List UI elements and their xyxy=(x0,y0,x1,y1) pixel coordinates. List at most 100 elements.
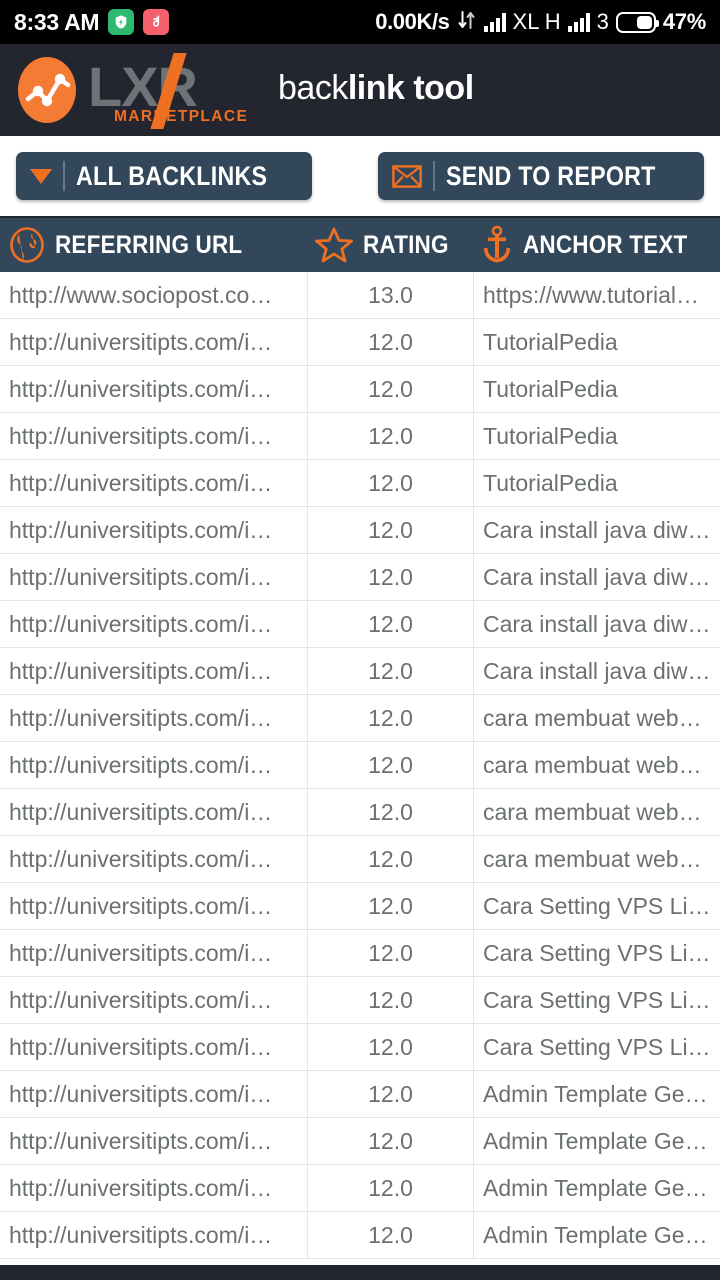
globe-icon xyxy=(8,226,46,264)
app-root: 8:33 AM 0.00K/s XL H 3 47% LXR MARKETPLA… xyxy=(0,0,720,1280)
cell-anchor-text[interactable]: Cara Setting VPS Li… xyxy=(474,977,720,1023)
cell-referring-url[interactable]: http://universitipts.com/i… xyxy=(0,460,308,506)
cell-anchor-text[interactable]: Cara install java diw… xyxy=(474,554,720,600)
cell-referring-url[interactable]: http://universitipts.com/i… xyxy=(0,554,308,600)
table-header-row: REFERRING URL RATING ANCHOR TEXT xyxy=(0,216,720,272)
security-shield-icon xyxy=(108,9,135,35)
table-row[interactable]: http://universitipts.com/i… 12.0 Admin Tem… xyxy=(0,1165,720,1212)
cell-referring-url[interactable]: http://universitipts.com/i… xyxy=(0,1212,308,1258)
cell-anchor-text[interactable]: TutorialPedia xyxy=(474,319,720,365)
table-row[interactable]: http://universitipts.com/i… 12.0 Admin Tem… xyxy=(0,1212,720,1259)
cell-anchor-text[interactable]: Cara install java diw… xyxy=(474,507,720,553)
cell-anchor-text[interactable]: cara membuat web… xyxy=(474,789,720,835)
cell-anchor-text[interactable]: Admin Template Ge… xyxy=(474,1212,720,1258)
cell-rating: 12.0 xyxy=(308,413,474,459)
cell-referring-url[interactable]: http://universitipts.com/i… xyxy=(0,1071,308,1117)
table-row[interactable]: http://universitipts.com/i… 12.0 cara memb… xyxy=(0,742,720,789)
cell-referring-url[interactable]: http://universitipts.com/i… xyxy=(0,695,308,741)
cell-anchor-text[interactable]: cara membuat web… xyxy=(474,742,720,788)
status-bar: 8:33 AM 0.00K/s XL H 3 47% xyxy=(0,0,720,44)
table-row[interactable]: http://universitipts.com/i… 12.0 TutorialP… xyxy=(0,413,720,460)
column-header-rating[interactable]: RATING xyxy=(308,218,474,272)
table-row[interactable]: http://universitipts.com/i… 12.0 Cara inst… xyxy=(0,507,720,554)
product-title: backlink tool xyxy=(278,69,474,108)
network-speed-text: 0.00K/s xyxy=(375,9,450,34)
all-backlinks-filter-button[interactable]: ALL BACKLINKS xyxy=(16,152,313,200)
cell-rating: 12.0 xyxy=(308,507,474,553)
table-row[interactable]: http://www.sociopost.co… 13.0 https://www.… xyxy=(0,272,720,319)
cell-rating: 12.0 xyxy=(308,1212,474,1258)
cell-referring-url[interactable]: http://universitipts.com/i… xyxy=(0,413,308,459)
table-scroll-viewport[interactable]: http://www.sociopost.co… 13.0 https://www.… xyxy=(0,272,720,1259)
cell-rating: 12.0 xyxy=(308,742,474,788)
table-row[interactable]: http://universitipts.com/i… 12.0 Cara Sett… xyxy=(0,883,720,930)
table-row[interactable]: http://universitipts.com/i… 12.0 cara memb… xyxy=(0,836,720,883)
table-row[interactable]: http://universitipts.com/i… 12.0 Cara inst… xyxy=(0,648,720,695)
cell-anchor-text[interactable]: Cara Setting VPS Li… xyxy=(474,930,720,976)
cell-anchor-text[interactable]: Cara Setting VPS Li… xyxy=(474,883,720,929)
cell-anchor-text[interactable]: Cara Setting VPS Li… xyxy=(474,1024,720,1070)
cell-rating: 12.0 xyxy=(308,1165,474,1211)
cell-referring-url[interactable]: http://universitipts.com/i… xyxy=(0,507,308,553)
status-bar-left: 8:33 AM xyxy=(14,9,170,36)
table-row[interactable]: http://universitipts.com/i… 12.0 Admin Tem… xyxy=(0,1118,720,1165)
cell-anchor-text[interactable]: TutorialPedia xyxy=(474,413,720,459)
cell-anchor-text[interactable]: Admin Template Ge… xyxy=(474,1165,720,1211)
cell-rating: 12.0 xyxy=(308,601,474,647)
cell-anchor-text[interactable]: https://www.tutorial… xyxy=(474,272,720,318)
table-row[interactable]: http://universitipts.com/i… 12.0 TutorialP… xyxy=(0,319,720,366)
backlinks-table: REFERRING URL RATING ANCHOR TEXT http://… xyxy=(0,216,720,1259)
cell-referring-url[interactable]: http://universitipts.com/i… xyxy=(0,601,308,647)
cell-anchor-text[interactable]: cara membuat web… xyxy=(474,695,720,741)
cell-referring-url[interactable]: http://universitipts.com/i… xyxy=(0,648,308,694)
cell-anchor-text[interactable]: Cara install java diw… xyxy=(474,648,720,694)
cell-referring-url[interactable]: http://www.sociopost.co… xyxy=(0,272,308,318)
bottom-nav-strip xyxy=(0,1265,720,1280)
table-row[interactable]: http://universitipts.com/i… 12.0 Cara inst… xyxy=(0,601,720,648)
cell-anchor-text[interactable]: Admin Template Ge… xyxy=(474,1071,720,1117)
cell-referring-url[interactable]: http://universitipts.com/i… xyxy=(0,789,308,835)
signal-strength-icon-2 xyxy=(567,12,590,32)
column-header-referring-url[interactable]: REFERRING URL xyxy=(0,218,308,272)
table-row[interactable]: http://universitipts.com/i… 12.0 TutorialP… xyxy=(0,366,720,413)
cell-referring-url[interactable]: http://universitipts.com/i… xyxy=(0,836,308,882)
cell-referring-url[interactable]: http://universitipts.com/i… xyxy=(0,742,308,788)
cell-anchor-text[interactable]: TutorialPedia xyxy=(474,366,720,412)
cell-anchor-text[interactable]: TutorialPedia xyxy=(474,460,720,506)
cell-anchor-text[interactable]: Cara install java diw… xyxy=(474,601,720,647)
cell-referring-url[interactable]: http://universitipts.com/i… xyxy=(0,1024,308,1070)
table-row[interactable]: http://universitipts.com/i… 12.0 Cara Sett… xyxy=(0,977,720,1024)
cell-referring-url[interactable]: http://universitipts.com/i… xyxy=(0,883,308,929)
cell-rating: 12.0 xyxy=(308,1071,474,1117)
cell-referring-url[interactable]: http://universitipts.com/i… xyxy=(0,977,308,1023)
send-to-report-button[interactable]: SEND TO REPORT xyxy=(378,152,704,200)
table-row[interactable]: http://universitipts.com/i… 12.0 Cara Sett… xyxy=(0,1024,720,1071)
star-icon xyxy=(314,226,354,264)
cell-anchor-text[interactable]: cara membuat web… xyxy=(474,836,720,882)
cell-anchor-text[interactable]: Admin Template Ge… xyxy=(474,1118,720,1164)
envelope-icon xyxy=(392,164,423,188)
table-row[interactable]: http://universitipts.com/i… 12.0 Cara Sett… xyxy=(0,930,720,977)
cell-rating: 12.0 xyxy=(308,977,474,1023)
cell-rating: 12.0 xyxy=(308,554,474,600)
column-header-anchor-text-label: ANCHOR TEXT xyxy=(523,230,688,259)
product-title-bold: link tool xyxy=(347,68,474,107)
cell-rating: 12.0 xyxy=(308,1024,474,1070)
table-row[interactable]: http://universitipts.com/i… 12.0 TutorialP… xyxy=(0,460,720,507)
cell-referring-url[interactable]: http://universitipts.com/i… xyxy=(0,930,308,976)
cell-referring-url[interactable]: http://universitipts.com/i… xyxy=(0,366,308,412)
table-row[interactable]: http://universitipts.com/i… 12.0 Cara inst… xyxy=(0,554,720,601)
battery-percent-label: 47% xyxy=(662,9,706,34)
column-header-referring-url-label: REFERRING URL xyxy=(55,230,243,259)
cell-referring-url[interactable]: http://universitipts.com/i… xyxy=(0,1165,308,1211)
cell-rating: 12.0 xyxy=(308,648,474,694)
table-row[interactable]: http://universitipts.com/i… 12.0 cara memb… xyxy=(0,789,720,836)
table-row[interactable]: http://universitipts.com/i… 12.0 cara memb… xyxy=(0,695,720,742)
cell-rating: 12.0 xyxy=(308,695,474,741)
network-type-label: XL H xyxy=(512,9,561,34)
cell-referring-url[interactable]: http://universitipts.com/i… xyxy=(0,1118,308,1164)
column-header-anchor-text[interactable]: ANCHOR TEXT xyxy=(474,218,720,272)
cell-rating: 12.0 xyxy=(308,789,474,835)
table-row[interactable]: http://universitipts.com/i… 12.0 Admin Tem… xyxy=(0,1071,720,1118)
cell-referring-url[interactable]: http://universitipts.com/i… xyxy=(0,319,308,365)
